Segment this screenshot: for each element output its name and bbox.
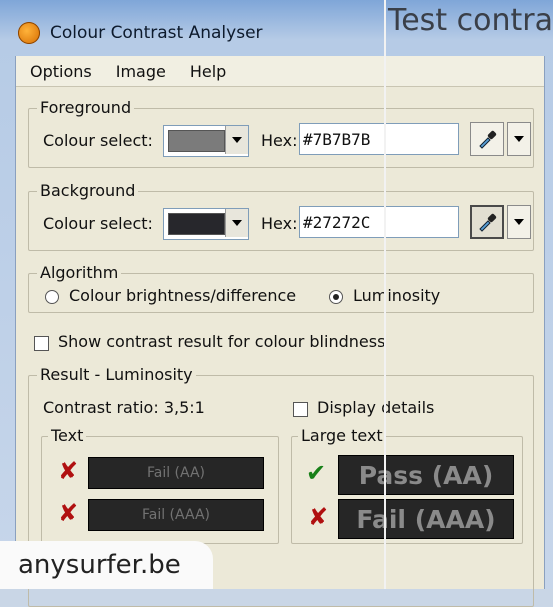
contrast-ratio-text: Contrast ratio: 3,5:1 <box>43 398 205 417</box>
text-result-legend: Text <box>48 426 87 445</box>
algorithm-legend: Algorithm <box>37 263 122 282</box>
foreground-legend: Foreground <box>37 98 135 117</box>
eyedropper-icon <box>479 213 497 232</box>
radio-luminosity-label[interactable]: Luminosity <box>353 286 440 305</box>
background-options-dropdown[interactable] <box>507 205 531 239</box>
foreground-colour-select-label: Colour select: <box>43 131 153 150</box>
foreground-group: Foreground Colour select: Hex: #7B7B7B <box>28 98 534 168</box>
chevron-down-icon[interactable] <box>225 209 248 237</box>
background-hex-input[interactable]: #27272C <box>299 206 459 238</box>
colour-blindness-label[interactable]: Show contrast result for colour blindnes… <box>58 332 385 351</box>
menubar: Options Image Help <box>16 56 544 87</box>
menu-image[interactable]: Image <box>106 62 176 81</box>
background-colour-select[interactable] <box>163 208 249 240</box>
foreground-hex-input[interactable]: #7B7B7B <box>299 123 459 155</box>
app-window: Options Image Help Foreground Colour sel… <box>15 56 545 607</box>
pass-check-icon: ✔ <box>306 459 327 487</box>
chevron-down-icon <box>514 136 524 142</box>
text-result-group: Text ✘ Fail (AA) ✘ Fail (AAA) <box>41 426 279 544</box>
background-legend: Background <box>37 181 139 200</box>
text-aaa-result: Fail (AAA) <box>88 499 264 531</box>
split-divider <box>384 0 386 589</box>
large-text-aa-result: Pass (AA) <box>338 455 514 495</box>
chevron-down-icon[interactable] <box>225 126 248 154</box>
foreground-hex-label: Hex: <box>261 131 298 150</box>
result-legend: Result - Luminosity <box>37 365 196 384</box>
radio-luminosity[interactable] <box>329 290 343 304</box>
algorithm-group: Algorithm Colour brightness/difference L… <box>28 263 534 313</box>
chevron-down-icon <box>514 219 524 225</box>
colour-blindness-checkbox[interactable] <box>34 336 49 351</box>
fail-cross-icon: ✘ <box>308 503 329 531</box>
large-text-result-legend: Large text <box>298 426 386 445</box>
text-aa-result: Fail (AA) <box>88 457 264 489</box>
background-group: Background Colour select: Hex: #27272C <box>28 181 534 251</box>
background-swatch <box>168 213 225 235</box>
radio-colour-brightness[interactable] <box>45 290 59 304</box>
foreground-swatch <box>168 130 225 152</box>
foreground-eyedropper-button[interactable] <box>470 122 504 156</box>
fail-cross-icon: ✘ <box>58 457 79 485</box>
background-colour-select-label: Colour select: <box>43 214 153 233</box>
background-hex-label: Hex: <box>261 214 298 233</box>
eyedropper-icon <box>479 130 497 149</box>
foreground-options-dropdown[interactable] <box>507 122 531 156</box>
menu-options[interactable]: Options <box>20 62 102 81</box>
large-text-aaa-result: Fail (AAA) <box>338 499 514 539</box>
app-icon <box>18 22 40 44</box>
display-details-checkbox[interactable] <box>293 402 308 417</box>
window-title: Colour Contrast Analyser <box>50 23 263 43</box>
foreground-colour-select[interactable] <box>163 125 249 157</box>
window-titlebar[interactable]: Colour Contrast Analyser <box>10 10 542 56</box>
radio-colour-brightness-label[interactable]: Colour brightness/difference <box>69 286 296 305</box>
fail-cross-icon: ✘ <box>58 499 79 527</box>
display-details-label[interactable]: Display details <box>317 398 434 417</box>
watermark: anysurfer.be <box>0 541 213 589</box>
menu-help[interactable]: Help <box>180 62 236 81</box>
large-text-result-group: Large text ✔ Pass (AA) ✘ Fail (AAA) <box>291 426 523 544</box>
background-eyedropper-button[interactable] <box>470 205 504 239</box>
